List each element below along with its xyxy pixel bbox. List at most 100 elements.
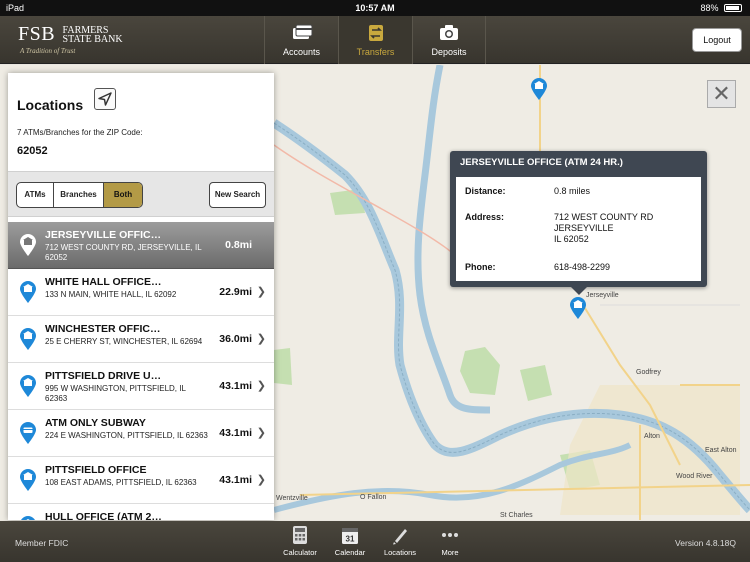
- calendar-day: 31: [346, 535, 355, 544]
- chevron-right-icon: ❯: [256, 286, 266, 298]
- more-dots-icon: [442, 533, 458, 537]
- calendar-icon: 31: [342, 528, 358, 544]
- location-name: PITTSFIELD OFFICE: [45, 464, 147, 476]
- tab-accounts-label: Accounts: [282, 47, 321, 57]
- location-distance: 43.1mi: [219, 380, 252, 392]
- location-arrow-icon: [98, 92, 112, 106]
- app-header: FSB FARMERS STATE BANK A Tradition of Tr…: [0, 16, 750, 64]
- chevron-right-icon: ❯: [256, 333, 266, 345]
- map-label: East Alton: [705, 447, 737, 454]
- footer-tab-label: Calendar: [334, 548, 366, 557]
- popup-phone-label: Phone:: [465, 262, 496, 272]
- location-row[interactable]: ATM ONLY SUBWAY 224 E WASHINGTON, PITTSFI…: [8, 410, 274, 457]
- app-footer: Member FDIC Calculator 31 Calendar Locat…: [0, 521, 750, 562]
- map-label: Godfrey: [636, 369, 661, 376]
- location-distance: 22.9mi: [219, 286, 252, 298]
- bank-logo: FSB FARMERS STATE BANK A Tradition of Tr…: [18, 23, 123, 55]
- footer-tab-label: Locations: [383, 548, 417, 557]
- location-address: 712 WEST COUNTY RD, JERSEYVILLE, IL 6205…: [45, 243, 202, 262]
- app-version: Version 4.8.18Q: [675, 538, 736, 548]
- location-address: 995 W WASHINGTON, PITTSFIELD, IL 62363: [45, 384, 186, 403]
- location-name: HULL OFFICE (ATM 2…: [45, 511, 162, 520]
- filter-atms[interactable]: ATMs: [17, 183, 54, 207]
- location-row[interactable]: WHITE HALL OFFICE… 133 N MAIN, WHITE HALL…: [8, 269, 274, 316]
- popup-address-line2: JERSEYVILLE: [554, 223, 614, 233]
- filter-branches[interactable]: Branches: [54, 183, 104, 207]
- camera-icon: [440, 25, 458, 40]
- location-distance: 0.8mi: [225, 239, 252, 251]
- status-right: 88%: [700, 3, 742, 13]
- location-address: 108 EAST ADAMS, PITTSFIELD, IL 62363: [45, 478, 197, 487]
- logo-name-line2: STATE BANK: [62, 34, 123, 45]
- locations-list[interactable]: JERSEYVILLE OFFIC… 712 WEST COUNTY RD, JE…: [8, 222, 274, 520]
- tab-transfers[interactable]: Transfers: [338, 16, 412, 64]
- footer-tab-more[interactable]: More: [427, 525, 473, 557]
- location-row[interactable]: HULL OFFICE (ATM 2…: [8, 504, 274, 520]
- tab-deposits[interactable]: Deposits: [412, 16, 486, 64]
- chevron-right-icon: ❯: [256, 380, 266, 392]
- popup-body: Distance: 0.8 miles Address: 712 WEST CO…: [456, 177, 701, 281]
- tab-accounts[interactable]: Accounts: [264, 16, 338, 64]
- location-name: WINCHESTER OFFIC…: [45, 323, 161, 335]
- transfer-arrows-icon: [368, 25, 383, 41]
- location-name: WHITE HALL OFFICE…: [45, 276, 162, 288]
- popup-address-label: Address:: [465, 212, 505, 222]
- map-label: Jerseyville: [586, 292, 619, 299]
- location-name: ATM ONLY SUBWAY: [45, 417, 146, 429]
- map-pin-icon[interactable]: [570, 297, 586, 319]
- chevron-right-icon: ❯: [256, 427, 266, 439]
- footer-tab-label: Calculator: [283, 548, 317, 557]
- close-map-button[interactable]: ✕: [707, 80, 736, 108]
- cards-icon: [292, 24, 312, 39]
- popup-phone[interactable]: 618-498-2299: [554, 262, 610, 273]
- branch-pin-icon: [21, 516, 35, 520]
- popup-address: 712 WEST COUNTY RD JERSEYVILLE IL 62052: [554, 212, 653, 245]
- filter-bar: ATMs Branches Both New Search: [8, 171, 274, 217]
- zip-code: 62052: [17, 145, 48, 157]
- branch-pin-icon: [20, 469, 36, 491]
- battery-icon: [724, 4, 742, 12]
- map-label: Alton: [644, 433, 660, 440]
- location-row[interactable]: WINCHESTER OFFIC… 25 E CHERRY ST, WINCHES…: [8, 316, 274, 363]
- location-name: JERSEYVILLE OFFIC…: [45, 229, 162, 241]
- location-address: 133 N MAIN, WHITE HALL, IL 62092: [45, 290, 177, 299]
- filter-both[interactable]: Both: [104, 183, 142, 207]
- new-search-button[interactable]: New Search: [209, 182, 266, 208]
- footer-tab-locations[interactable]: Locations: [377, 525, 423, 557]
- map-label: Wood River: [676, 473, 713, 480]
- tab-transfers-label: Transfers: [356, 47, 395, 57]
- footer-tab-calendar[interactable]: 31 Calendar: [327, 525, 373, 557]
- current-location-button[interactable]: [94, 88, 116, 110]
- footer-tab-calculator[interactable]: Calculator: [277, 525, 323, 557]
- tab-deposits-label: Deposits: [431, 47, 467, 57]
- map-pin-icon[interactable]: [531, 78, 547, 100]
- location-distance: 43.1mi: [219, 427, 252, 439]
- popup-tail: [571, 287, 587, 295]
- location-address: 25 E CHERRY ST, WINCHESTER, IL 62694: [45, 337, 203, 346]
- location-name: PITTSFIELD DRIVE U…: [45, 370, 162, 382]
- popup-distance-label: Distance:: [465, 186, 506, 196]
- chevron-right-icon: ❯: [256, 474, 266, 486]
- popup-distance: 0.8 miles: [554, 186, 591, 196]
- logo-short: FSB: [18, 23, 56, 45]
- location-distance: 36.0mi: [219, 333, 252, 345]
- location-row[interactable]: PITTSFIELD OFFICE 108 EAST ADAMS, PITTSFI…: [8, 457, 274, 504]
- panel-title: Locations: [17, 97, 84, 113]
- location-popup: JERSEYVILLE OFFICE (ATM 24 HR.) Distance…: [450, 151, 707, 295]
- logo-name: FARMERS STATE BANK: [62, 26, 123, 45]
- map-label: Wentzville: [276, 495, 308, 502]
- location-row[interactable]: PITTSFIELD DRIVE U… 995 W WASHINGTON, PIT…: [8, 363, 274, 410]
- branch-pin-icon: [20, 375, 36, 397]
- branch-pin-icon: [20, 234, 36, 256]
- branch-pin-icon: [20, 281, 36, 303]
- popup-title: JERSEYVILLE OFFICE (ATM 24 HR.): [460, 157, 623, 168]
- close-icon: ✕: [712, 81, 731, 106]
- branch-pin-icon: [20, 328, 36, 350]
- status-bar: iPad 10:57 AM 88%: [0, 0, 750, 16]
- location-row[interactable]: JERSEYVILLE OFFIC… 712 WEST COUNTY RD, JE…: [8, 222, 274, 269]
- map-label: O Fallon: [360, 494, 387, 501]
- calculator-icon: [293, 526, 307, 544]
- logout-button[interactable]: Logout: [692, 28, 742, 52]
- results-summary: 7 ATMs/Branches for the ZIP Code:: [17, 128, 143, 137]
- status-time: 10:57 AM: [355, 3, 395, 13]
